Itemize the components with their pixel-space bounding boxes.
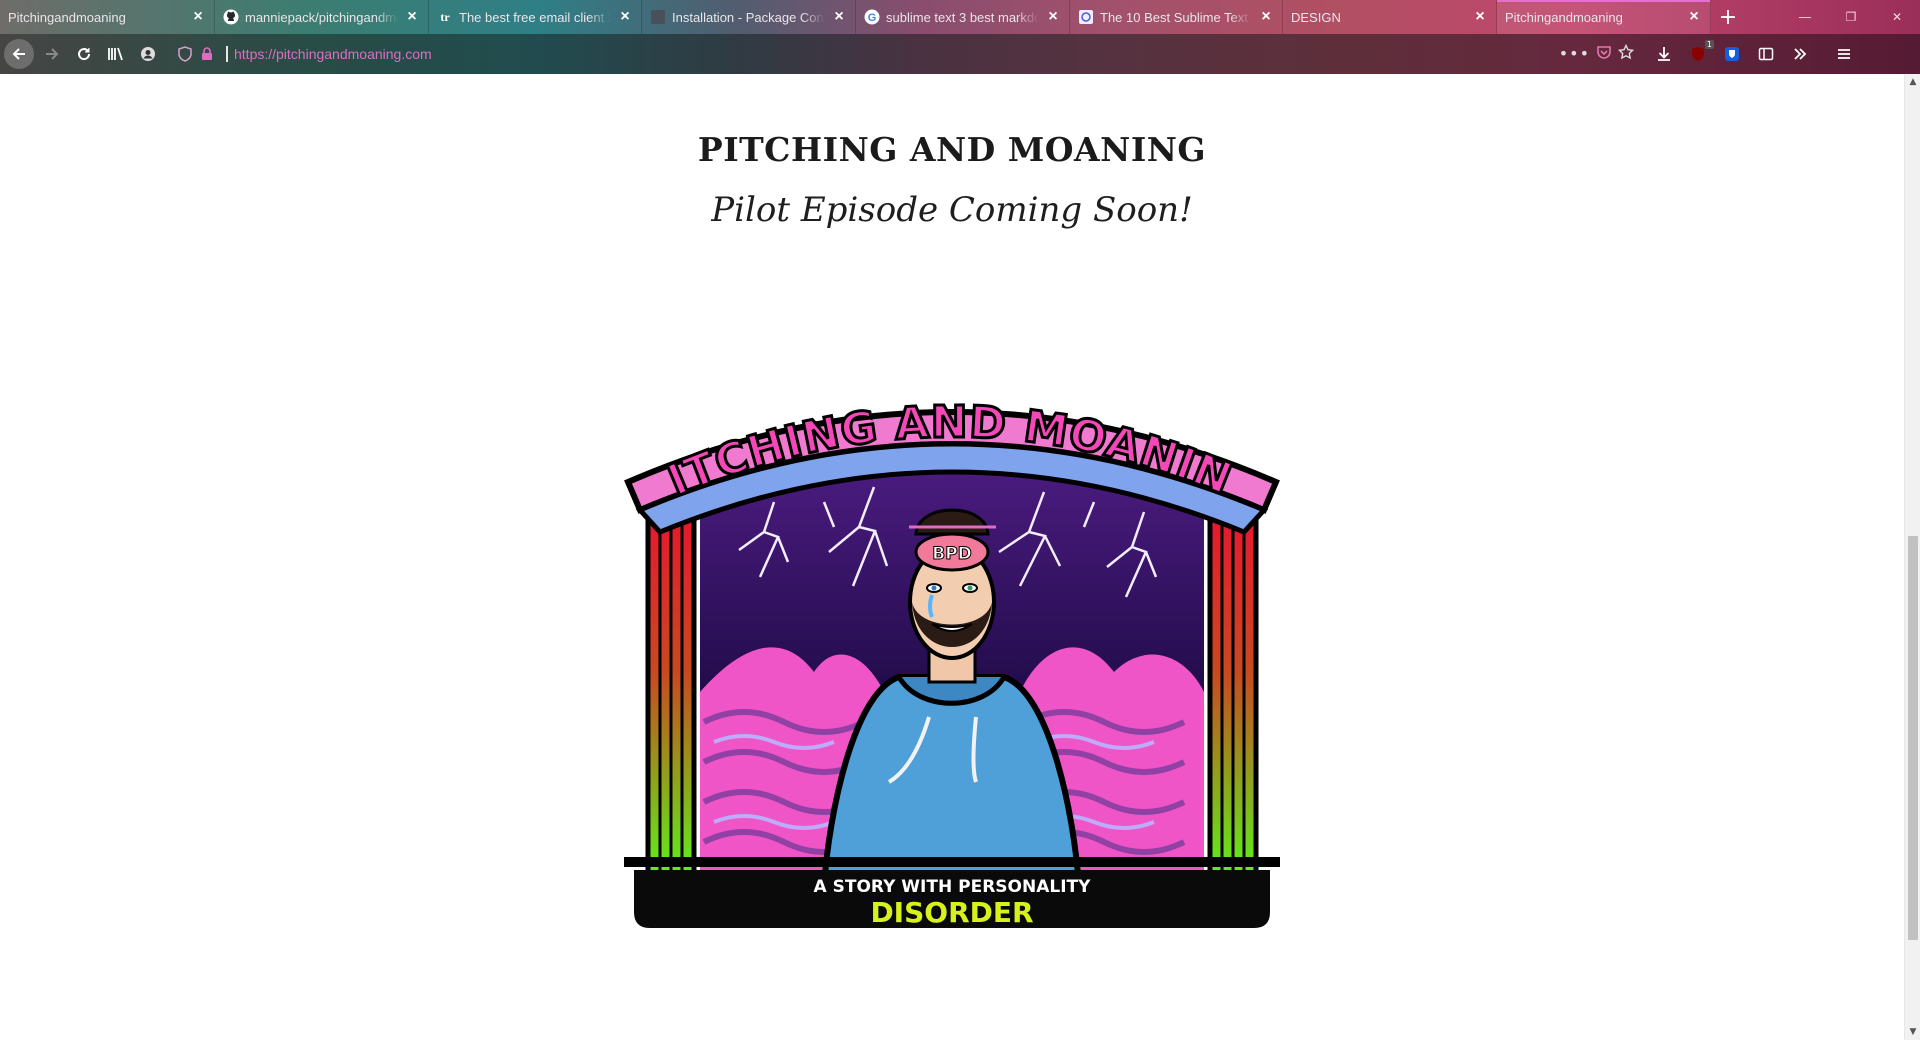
new-tab-button[interactable]: + <box>1711 0 1745 34</box>
page-title: PITCHING AND MOANING <box>697 130 1207 169</box>
tab-title: manniepack/pitchingandmoaning <box>245 9 398 25</box>
tab-5[interactable]: G sublime text 3 best markdown × <box>856 0 1070 34</box>
tab-6[interactable]: The 10 Best Sublime Text 3 Themes × <box>1070 0 1283 34</box>
library-icon <box>108 47 123 61</box>
download-icon <box>1658 47 1670 61</box>
tab-7[interactable]: DESIGN × <box>1283 0 1497 34</box>
tagline-line1: A STORY WITH PERSONALITY <box>814 877 1092 897</box>
tab-strip: Pitchingandmoaning × manniepack/pitching… <box>0 0 1920 34</box>
scroll-up-arrow-icon[interactable]: ▲ <box>1905 74 1920 90</box>
scroll-down-arrow-icon[interactable]: ▼ <box>1905 1024 1920 1040</box>
scrollbar-thumb[interactable] <box>1908 536 1918 940</box>
tab-1[interactable]: Pitchingandmoaning × <box>0 0 215 34</box>
tab-title: Pitchingandmoaning <box>8 9 126 25</box>
github-icon <box>223 9 239 25</box>
more-actions-icon[interactable]: ••• <box>1559 44 1590 64</box>
page-subtitle: Pilot Episode Coming Soon! <box>711 190 1193 230</box>
close-tab-icon[interactable]: × <box>1686 9 1702 25</box>
left-pillar <box>637 484 703 880</box>
reload-button[interactable] <box>68 38 100 70</box>
close-tab-icon[interactable]: × <box>1472 9 1488 25</box>
tab-title: The 10 Best Sublime Text 3 Themes <box>1100 9 1252 25</box>
hamburger-menu-button[interactable] <box>1828 38 1860 70</box>
forward-arrow-icon <box>46 48 59 60</box>
account-icon <box>141 47 155 61</box>
show-logo: BPD PITCHING AND MOANING <box>624 392 1280 929</box>
sidebar-icon <box>1758 47 1774 61</box>
nav-toolbar: https://pitchingandmoaning.com ••• 1 <box>0 34 1920 74</box>
close-tab-icon[interactable]: × <box>617 9 633 25</box>
chevrons-right-icon <box>1794 48 1807 60</box>
tab-title: Installation - Package Control <box>672 9 825 25</box>
window-controls: ― ❐ ✕ <box>1782 0 1920 34</box>
page-viewport: PITCHING AND MOANING Pilot Episode Comin… <box>0 74 1904 1040</box>
tr-icon: tr <box>440 9 450 24</box>
close-tab-icon[interactable]: × <box>1258 9 1274 25</box>
bookmark-star-icon[interactable] <box>1617 43 1635 64</box>
theme-icon <box>1078 9 1094 25</box>
tab-title: DESIGN <box>1291 9 1341 25</box>
account-button[interactable] <box>132 38 164 70</box>
brain-label: BPD <box>932 544 972 564</box>
tagline-banner: A STORY WITH PERSONALITY DISORDER <box>624 857 1280 929</box>
ublock-extension-button[interactable]: 1 <box>1682 38 1714 70</box>
downloads-button[interactable] <box>1648 38 1680 70</box>
tab-title: Pitchingandmoaning <box>1505 9 1623 25</box>
close-tab-icon[interactable]: × <box>831 9 847 25</box>
close-tab-icon[interactable]: × <box>1045 9 1061 25</box>
pocket-icon[interactable] <box>1596 44 1612 64</box>
close-tab-icon[interactable]: × <box>404 9 420 25</box>
back-button[interactable] <box>4 39 34 69</box>
toolbar-right: 1 <box>1648 38 1860 70</box>
forward-button[interactable] <box>36 38 68 70</box>
right-pillar <box>1201 484 1267 880</box>
bitwarden-extension-button[interactable] <box>1716 38 1748 70</box>
restore-button[interactable]: ❐ <box>1828 0 1874 34</box>
google-icon: G <box>864 9 880 25</box>
tab-4[interactable]: Installation - Package Control × <box>642 0 856 34</box>
url-text[interactable]: https://pitchingandmoaning.com <box>226 46 432 62</box>
svg-text:G: G <box>868 12 877 24</box>
tab-title: sublime text 3 best markdown <box>886 9 1039 25</box>
page-scrollbar[interactable]: ▲ ▼ <box>1904 74 1920 1040</box>
tagline-line2: DISORDER <box>870 896 1033 929</box>
close-tab-icon[interactable]: × <box>190 9 206 25</box>
sidebar-button[interactable] <box>1750 38 1782 70</box>
lock-icon[interactable] <box>196 47 218 61</box>
url-actions: ••• <box>1559 43 1635 64</box>
overflow-menu-button[interactable] <box>1784 38 1816 70</box>
bitwarden-icon <box>1725 47 1739 61</box>
back-arrow-icon <box>12 48 25 60</box>
package-icon <box>650 9 666 25</box>
hamburger-icon <box>1838 49 1850 59</box>
reload-icon <box>78 48 91 61</box>
library-button[interactable] <box>100 38 132 70</box>
tracking-shield-icon[interactable] <box>174 46 196 62</box>
tab-8-active[interactable]: Pitchingandmoaning × <box>1497 0 1711 34</box>
tab-title: The best free email client 2020 <box>459 9 611 25</box>
tab-2[interactable]: manniepack/pitchingandmoaning × <box>215 0 429 34</box>
url-bar[interactable]: https://pitchingandmoaning.com ••• <box>174 39 1635 69</box>
tab-3[interactable]: tr The best free email client 2020 × <box>429 0 642 34</box>
ublock-icon <box>1692 47 1704 61</box>
minimize-button[interactable]: ― <box>1782 0 1828 34</box>
close-window-button[interactable]: ✕ <box>1874 0 1920 34</box>
extension-badge: 1 <box>1704 40 1714 49</box>
